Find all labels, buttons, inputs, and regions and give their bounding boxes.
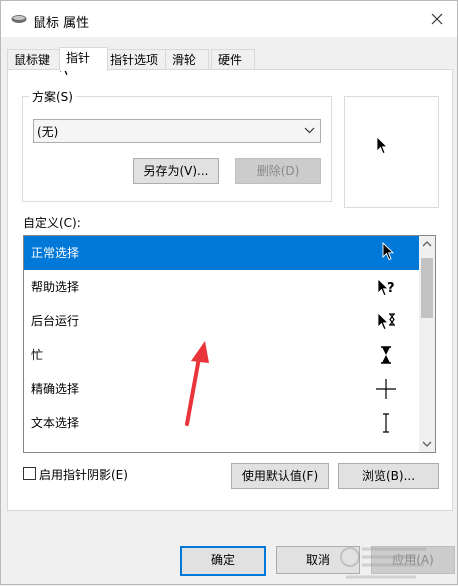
list-item-working-in-background[interactable]: 后台运行 (24, 304, 419, 338)
text-ibeam-icon (383, 413, 389, 433)
list-item-label: 精确选择 (31, 382, 80, 396)
scheme-group: 方案(S) (无) 另存为(V)... 删除(D) (22, 88, 332, 202)
list-item-label: 忙 (31, 348, 44, 362)
list-item-label: 正常选择 (31, 246, 80, 260)
list-item-label: 后台运行 (31, 314, 80, 328)
tab-hardware[interactable]: 硬件 (211, 49, 255, 70)
pointer-preview (344, 96, 439, 208)
delete-scheme-button[interactable]: 删除(D) (235, 158, 321, 184)
list-item-label: 帮助选择 (31, 280, 80, 294)
pointer-shadow-label: 启用指针阴影(E) (39, 468, 128, 482)
ok-button[interactable]: 确定 (180, 546, 266, 576)
window-title: 鼠标 属性 (33, 16, 90, 31)
browse-button[interactable]: 浏览(B)... (338, 463, 439, 489)
scheme-select[interactable]: (无) (33, 119, 321, 143)
list-item-help-select[interactable]: 帮助选择 ? (24, 270, 419, 304)
tab-pointers[interactable]: 指针 (59, 47, 108, 71)
cursor-list[interactable]: 正常选择 帮助选择 ? 后台运行 忙 精确选择 文本选择 (23, 235, 436, 453)
pointer-shadow-checkbox[interactable] (23, 467, 36, 480)
tab-buttons[interactable]: 鼠标键 (7, 49, 60, 70)
list-item-text-select[interactable]: 文本选择 (24, 406, 419, 440)
list-item-precision-select[interactable]: 精确选择 (24, 372, 419, 406)
list-item-normal-select[interactable]: 正常选择 (24, 236, 419, 270)
close-icon (431, 13, 443, 25)
hourglass-icon (381, 346, 391, 364)
scroll-up-icon[interactable] (419, 236, 435, 252)
chevron-down-icon (304, 127, 315, 134)
title-bar[interactable]: 鼠标 属性 (1, 1, 457, 37)
use-default-button[interactable]: 使用默认值(F) (231, 463, 329, 489)
mouse-properties-window: 鼠标 属性 鼠标键 指针 指针选项 滑轮 硬件 方案(S) (无) 另存为(V)… (0, 0, 458, 585)
tab-pointer-options[interactable]: 指针选项 (103, 49, 167, 70)
scheme-legend: 方案(S) (29, 88, 76, 105)
working-in-background-icon (377, 312, 395, 331)
tab-wheel[interactable]: 滑轮 (165, 49, 209, 70)
list-item-label: 文本选择 (31, 416, 80, 430)
help-pointer-icon: ? (377, 278, 395, 297)
arrow-pointer-icon (382, 242, 395, 261)
mouse-icon (11, 15, 27, 23)
scheme-select-value: (无) (37, 125, 59, 139)
customize-label: 自定义(C): (23, 216, 81, 230)
close-button[interactable] (417, 1, 457, 37)
crosshair-icon (376, 379, 396, 399)
scroll-down-icon[interactable] (419, 436, 435, 452)
save-as-button[interactable]: 另存为(V)... (133, 158, 219, 184)
arrow-pointer-icon (376, 136, 388, 155)
scroll-thumb[interactable] (421, 258, 433, 318)
list-scrollbar[interactable] (419, 236, 435, 452)
list-item-busy[interactable]: 忙 (24, 338, 419, 372)
svg-text:?: ? (387, 281, 395, 296)
cursor-list-items: 正常选择 帮助选择 ? 后台运行 忙 精确选择 文本选择 (24, 236, 419, 440)
pointers-panel: 方案(S) (无) 另存为(V)... 删除(D) 自定义(C): 正常选择 帮… (7, 69, 453, 511)
watermark-logo-icon (340, 547, 426, 579)
